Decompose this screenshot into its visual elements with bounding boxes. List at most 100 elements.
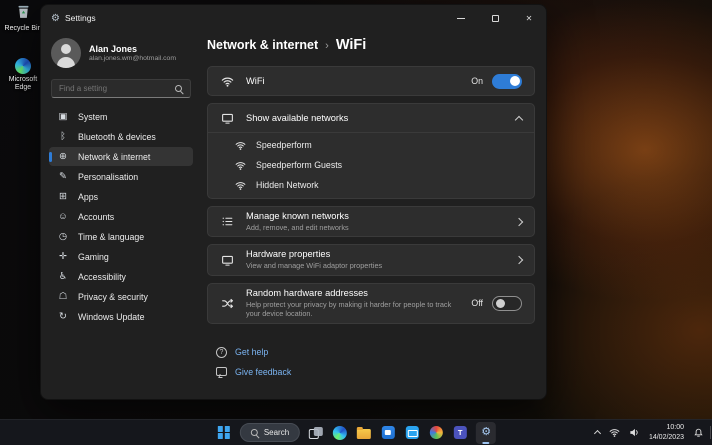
- footer-links: ? Get help Give feedback: [207, 346, 535, 377]
- search-input[interactable]: [59, 84, 170, 93]
- maximize-button[interactable]: [478, 5, 512, 31]
- wifi-state-label: On: [471, 76, 483, 86]
- accounts-icon: ☺: [58, 211, 68, 222]
- taskbar-photos-button[interactable]: [428, 425, 444, 441]
- mail-icon: [405, 426, 419, 439]
- sidebar: Alan Jones alan.jones.wm@hotmail.com ▣Sy…: [41, 31, 201, 399]
- start-button[interactable]: [216, 425, 232, 441]
- wifi-signal-icon: [234, 140, 246, 151]
- sidebar-item-apps[interactable]: ⊞ Apps: [49, 187, 193, 206]
- settings-window: ⚙ Settings ✕ Alan Jones alan.jones.wm@ho…: [40, 4, 547, 400]
- manage-known-networks-title: Manage known networks: [246, 211, 349, 221]
- accessibility-icon: ♿: [58, 271, 68, 282]
- clock-date: 14/02/2023: [648, 433, 684, 441]
- file-explorer-icon: [357, 426, 372, 439]
- random-addresses-toggle[interactable]: [492, 295, 522, 311]
- help-icon: ?: [216, 346, 227, 358]
- tray-volume-icon[interactable]: [629, 427, 640, 438]
- sidebar-item-gaming[interactable]: ✛ Gaming: [49, 247, 193, 266]
- windows-update-icon: ↻: [59, 311, 67, 322]
- chevron-right-icon: [514, 217, 524, 226]
- wifi-toggle[interactable]: [492, 73, 522, 89]
- give-feedback-link[interactable]: Give feedback: [216, 367, 291, 377]
- user-name: Alan Jones: [89, 44, 138, 54]
- sidebar-item-accounts[interactable]: ☺ Accounts: [49, 207, 193, 226]
- user-account[interactable]: Alan Jones alan.jones.wm@hotmail.com: [49, 33, 193, 72]
- taskbar-file-explorer-button[interactable]: [356, 425, 372, 441]
- sidebar-item-accessibility[interactable]: ♿ Accessibility: [49, 267, 193, 286]
- wifi-icon: [220, 75, 234, 88]
- taskbar-settings-button-active[interactable]: ⚙: [476, 421, 497, 444]
- taskbar-edge-button[interactable]: [332, 425, 348, 441]
- taskbar-clock[interactable]: 10:00 14/02/2023: [649, 423, 684, 442]
- personalisation-icon: ✎: [59, 171, 67, 182]
- network-item-speedperform[interactable]: Speedperform: [208, 135, 534, 155]
- edge-icon: [15, 58, 31, 74]
- gaming-icon: ✛: [59, 251, 67, 262]
- hardware-properties-subtitle: View and manage WiFi adaptor properties: [246, 261, 383, 271]
- show-available-networks-label: Show available networks: [246, 113, 349, 123]
- random-addresses-state-label: Off: [471, 298, 483, 309]
- minimize-button[interactable]: [444, 5, 478, 31]
- manage-known-networks-row[interactable]: Manage known networks Add, remove, and e…: [208, 207, 534, 236]
- network-item-hidden-network[interactable]: Hidden Network: [208, 175, 534, 195]
- window-controls: ✕: [444, 5, 546, 31]
- wifi-signal-icon: [234, 180, 246, 191]
- chevron-right-icon: [514, 255, 524, 265]
- windows-logo-icon: [217, 426, 230, 439]
- hardware-icon: [220, 254, 234, 267]
- get-help-link[interactable]: ? Get help: [216, 346, 268, 358]
- taskbar-mail-button[interactable]: [404, 425, 420, 441]
- hardware-properties-card: Hardware properties View and manage WiFi…: [207, 244, 535, 276]
- privacy-security-icon: ☖: [58, 291, 68, 302]
- random-hardware-addresses-title: Random hardware addresses: [246, 287, 368, 298]
- random-hardware-addresses-row[interactable]: Random hardware addresses Help protect y…: [208, 284, 534, 323]
- page-title: WiFi: [335, 37, 367, 53]
- app-title: ⚙ Settings: [41, 13, 96, 24]
- time-language-icon: ◷: [58, 231, 68, 242]
- wifi-label: WiFi: [246, 76, 265, 86]
- settings-app-icon: ⚙: [51, 12, 60, 24]
- breadcrumb-network-internet[interactable]: Network & internet: [207, 38, 318, 52]
- shuffle-icon: [220, 297, 234, 310]
- taskbar-search[interactable]: Search: [239, 423, 301, 442]
- settings-search-box[interactable]: [51, 79, 191, 98]
- hidden-icons-chevron[interactable]: [593, 429, 601, 438]
- taskbar: Search T ⚙ 10:00 14/02/2023: [0, 419, 712, 445]
- networks-monitor-icon: [220, 112, 234, 125]
- feedback-icon: [216, 367, 227, 377]
- manage-known-networks-subtitle: Add, remove, and edit networks: [246, 223, 349, 232]
- sidebar-item-network-internet[interactable]: ⊕ Network & internet: [49, 147, 193, 166]
- taskbar-teams-button[interactable]: T: [452, 425, 468, 441]
- show-available-networks-row[interactable]: Show available networks: [208, 104, 534, 132]
- photos-icon: [429, 426, 443, 439]
- sidebar-item-personalisation[interactable]: ✎ Personalisation: [49, 167, 193, 186]
- sidebar-item-time-language[interactable]: ◷ Time & language: [49, 227, 193, 246]
- titlebar[interactable]: ⚙ Settings ✕: [41, 5, 546, 31]
- window-title: Settings: [64, 13, 96, 23]
- user-email: alan.jones.wm@hotmail.com: [89, 55, 176, 62]
- close-button[interactable]: ✕: [512, 5, 546, 31]
- sidebar-nav: ▣ System ᛒ Bluetooth & devices ⊕ Network & …: [49, 107, 193, 326]
- sidebar-item-windows-update[interactable]: ↻ Windows Update: [49, 307, 193, 326]
- hardware-properties-row[interactable]: Hardware properties View and manage WiFi…: [208, 245, 534, 274]
- taskbar-store-button[interactable]: [380, 425, 396, 441]
- sidebar-item-bluetooth-devices[interactable]: ᛒ Bluetooth & devices: [49, 127, 193, 146]
- breadcrumb: Network & internet › WiFi: [207, 37, 535, 53]
- sidebar-item-system[interactable]: ▣ System: [49, 107, 193, 126]
- random-hardware-addresses-card: Random hardware addresses Help protect y…: [207, 282, 535, 324]
- search-icon: [175, 84, 183, 93]
- taskbar-search-label: Search: [263, 428, 290, 437]
- network-list: Speedperform Speedperform Guests Hidden …: [208, 132, 534, 198]
- task-view-button[interactable]: [308, 425, 324, 441]
- wifi-toggle-row[interactable]: WiFi On: [208, 67, 534, 95]
- bluetooth-icon: ᛒ: [60, 131, 66, 142]
- system-icon: ▣: [58, 111, 68, 122]
- minimize-icon: [457, 17, 465, 19]
- notification-bell-icon[interactable]: [693, 427, 704, 438]
- breadcrumb-separator: ›: [325, 40, 329, 52]
- sidebar-item-privacy-security[interactable]: ☖ Privacy & security: [49, 287, 193, 306]
- tray-wifi-icon[interactable]: [609, 427, 620, 438]
- network-item-speedperform-guests[interactable]: Speedperform Guests: [208, 155, 534, 175]
- wifi-signal-icon: [234, 160, 246, 171]
